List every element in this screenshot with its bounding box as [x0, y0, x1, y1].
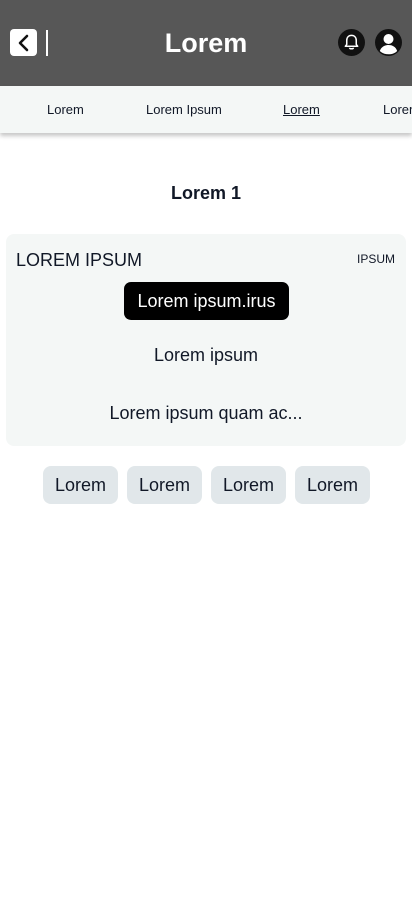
- profile-button[interactable]: [375, 29, 402, 56]
- tab-lorem-4[interactable]: Lorem: [383, 102, 412, 118]
- section-title: Lorem 1: [170, 183, 242, 203]
- notifications-button[interactable]: [338, 29, 365, 56]
- tab-lorem-1[interactable]: Lorem: [47, 102, 84, 118]
- card-subtitle: Lorem ipsum: [153, 345, 259, 365]
- highlight-pill[interactable]: Lorem ipsum.irus: [124, 282, 289, 320]
- bell-icon: [344, 34, 359, 50]
- tab-lorem-ipsum[interactable]: Lorem Ipsum: [146, 102, 222, 118]
- chip-2[interactable]: Lorem: [127, 466, 202, 504]
- info-card: LOREM IPSUM IPSUM Lorem ipsum.irus Lorem…: [6, 234, 406, 446]
- chip-1[interactable]: Lorem: [43, 466, 118, 504]
- card-title: LOREM IPSUM: [16, 250, 143, 270]
- top-app-bar: Lorem: [0, 0, 412, 86]
- chip-4[interactable]: Lorem: [295, 466, 370, 504]
- tab-bar: Lorem Lorem Ipsum Lorem Lorem: [0, 86, 412, 133]
- chip-3[interactable]: Lorem: [211, 466, 286, 504]
- card-description: Lorem ipsum quam ac...: [109, 403, 303, 423]
- tab-lorem-active[interactable]: Lorem: [283, 102, 320, 118]
- chip-row: Lorem Lorem Lorem Lorem: [0, 466, 412, 504]
- card-tag: IPSUM: [356, 252, 395, 266]
- user-icon: [379, 34, 398, 55]
